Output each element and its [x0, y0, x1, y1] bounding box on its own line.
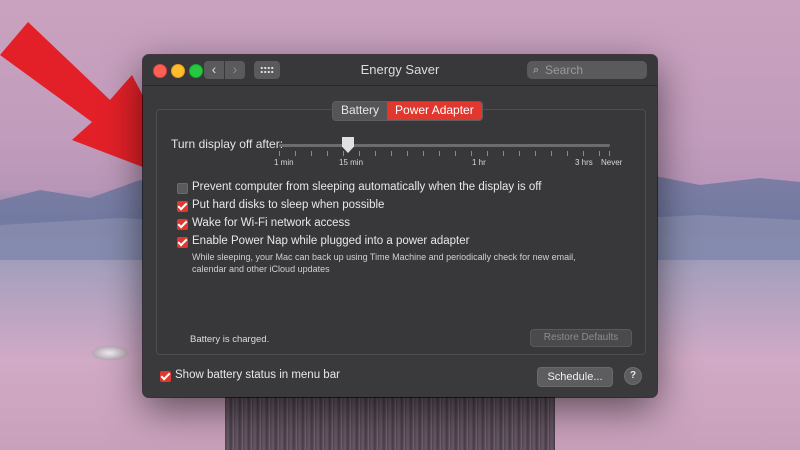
disk-sleep-checkbox[interactable]	[177, 201, 188, 212]
search-icon: ⌕	[533, 64, 540, 76]
power-nap-label: Enable Power Nap while plugged into a po…	[192, 235, 470, 247]
tick-label-1hr: 1 hr	[472, 158, 486, 167]
battery-status-text: Battery is charged.	[190, 334, 270, 345]
power-nap-checkbox[interactable]	[177, 237, 188, 248]
slider-ticks	[279, 151, 610, 157]
help-button[interactable]: ?	[624, 367, 642, 385]
display-off-slider[interactable]	[279, 144, 610, 147]
show-battery-status-checkbox[interactable]	[160, 371, 171, 382]
wake-wifi-checkbox[interactable]	[177, 219, 188, 230]
tick-label-15min: 15 min	[339, 158, 364, 167]
title-bar: ‹ › Energy Saver ⌕ Search	[143, 55, 657, 86]
show-battery-status-label: Show battery status in menu bar	[175, 369, 340, 381]
display-off-label: Turn display off after:	[171, 137, 284, 151]
restore-defaults-button[interactable]: Restore Defaults	[530, 329, 632, 347]
tab-power-adapter[interactable]: Power Adapter	[387, 102, 482, 120]
wake-wifi-label: Wake for Wi-Fi network access	[192, 217, 351, 229]
search-placeholder: Search	[545, 63, 584, 77]
tick-label-never: Never	[601, 158, 623, 167]
energy-saver-window: ‹ › Energy Saver ⌕ Search Battery Power …	[143, 55, 657, 397]
tab-segmented-control: Battery Power Adapter	[332, 101, 483, 121]
power-nap-description: While sleeping, your Mac can back up usi…	[192, 252, 576, 274]
tab-battery[interactable]: Battery	[333, 102, 388, 120]
disk-sleep-label: Put hard disks to sleep when possible	[192, 199, 385, 211]
tick-label-3hrs: 3 hrs	[575, 158, 593, 167]
schedule-button[interactable]: Schedule...	[537, 367, 613, 387]
search-input[interactable]: ⌕ Search	[527, 61, 647, 79]
window-reflection	[225, 392, 555, 450]
prevent-sleep-checkbox[interactable]	[177, 183, 188, 194]
prevent-sleep-label: Prevent computer from sleeping automatic…	[192, 181, 542, 193]
shore-rocks	[90, 345, 130, 361]
tick-label-1min: 1 min	[274, 158, 294, 167]
